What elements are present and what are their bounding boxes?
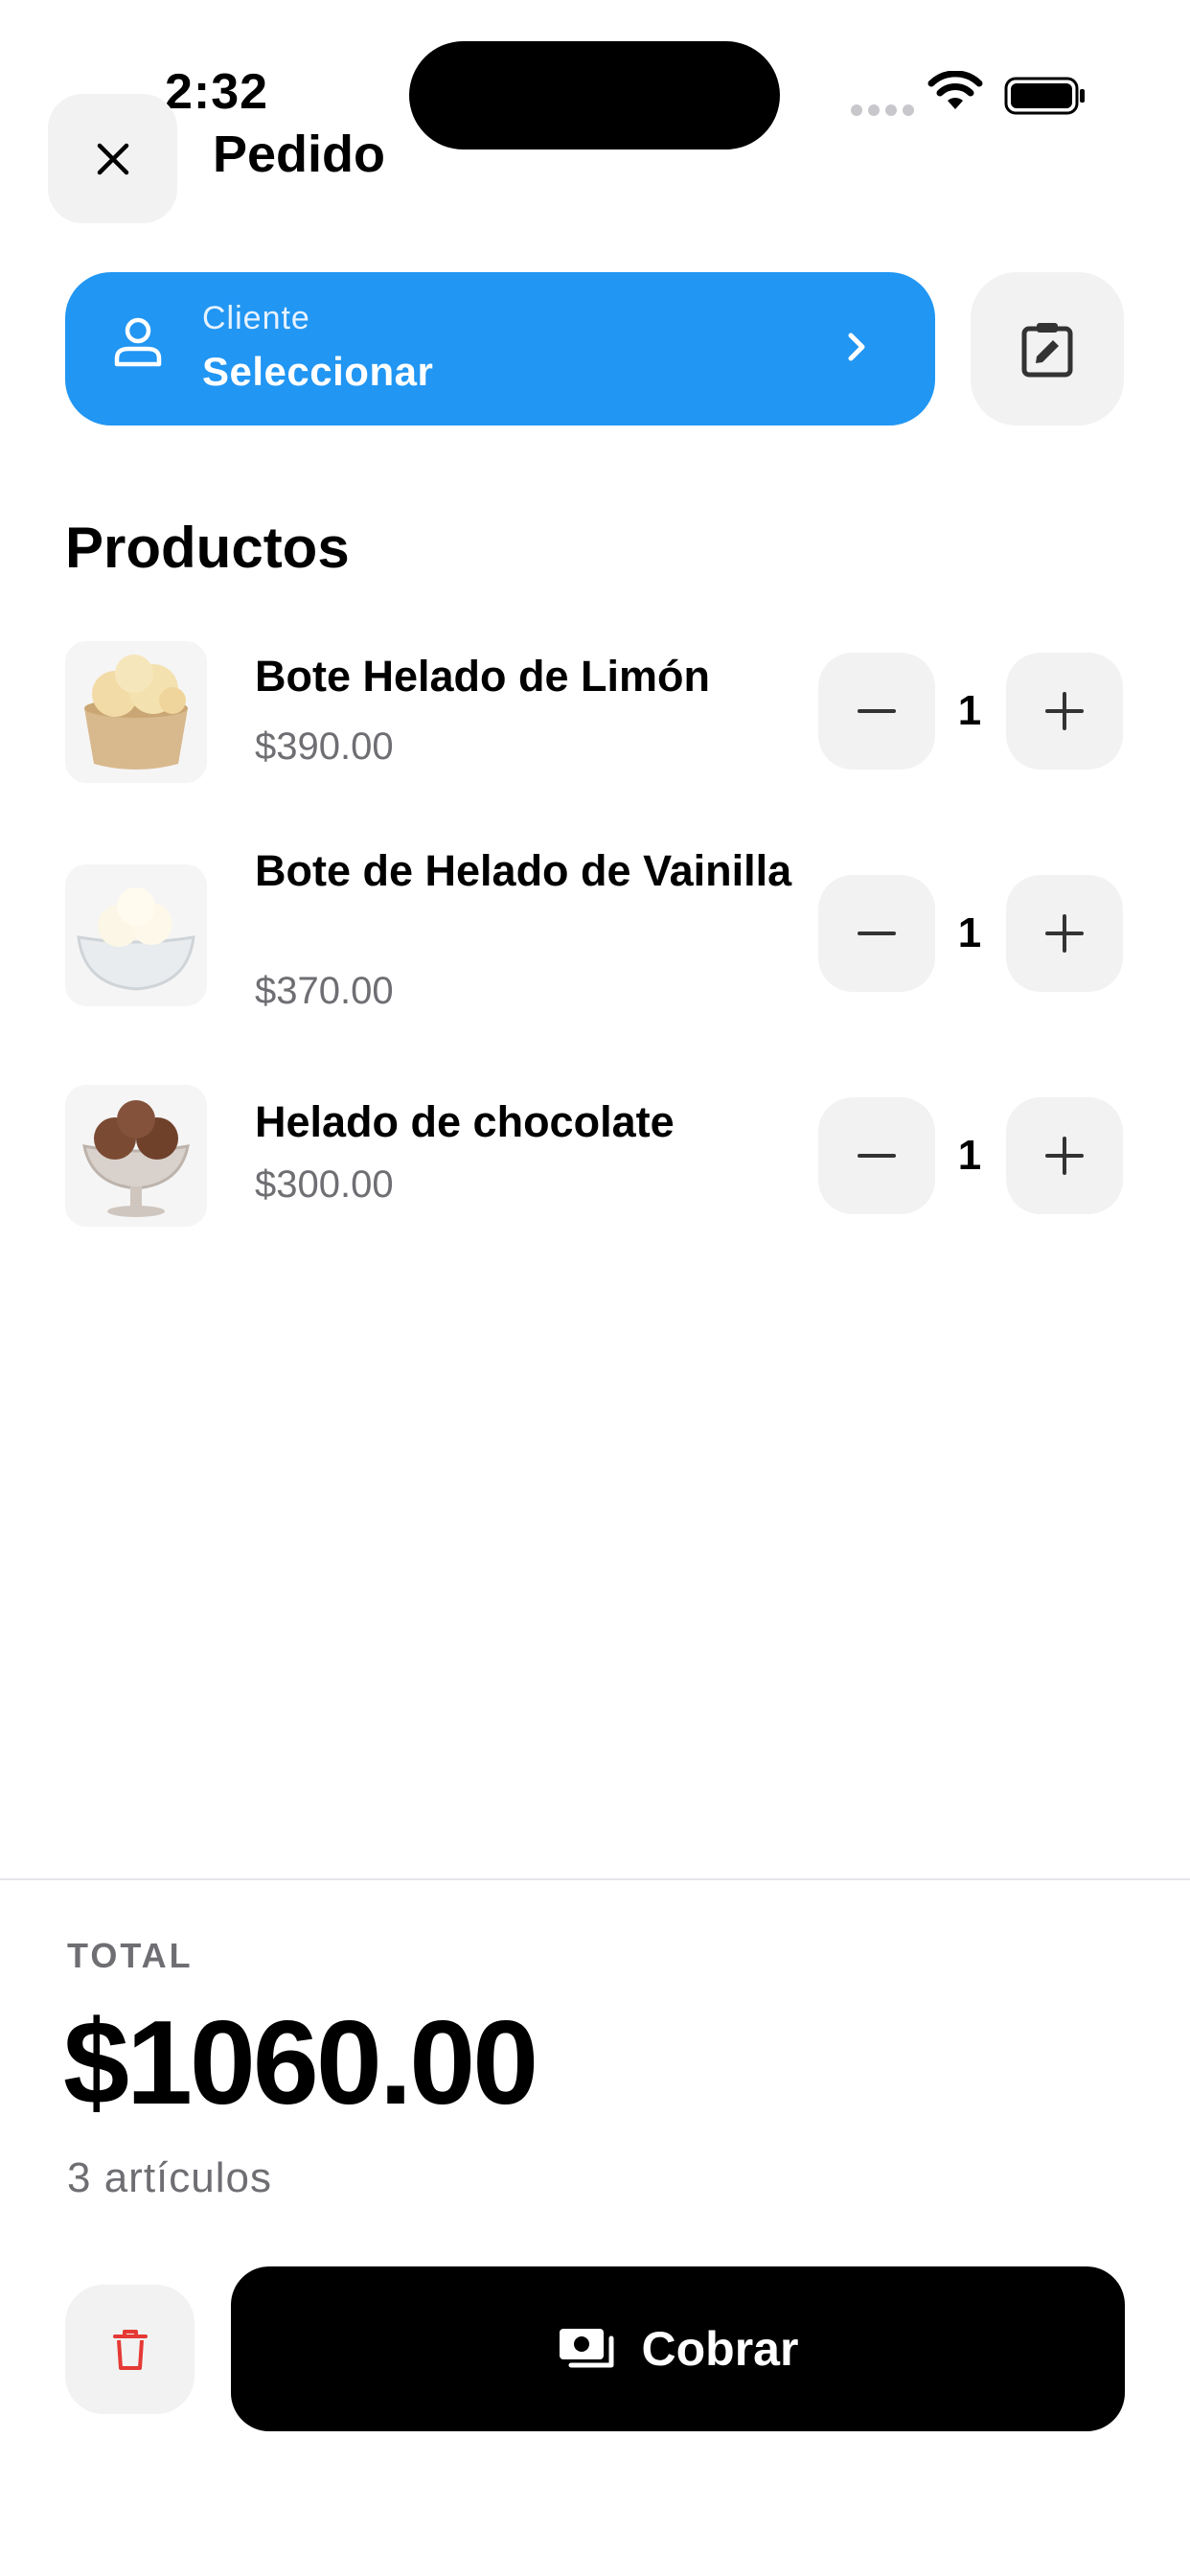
plus-icon <box>1045 1137 1084 1175</box>
plus-icon <box>1045 692 1084 730</box>
product-image-vanilla <box>65 864 207 1006</box>
list-item: Helado de chocolate $300.00 1 <box>65 1085 1125 1229</box>
client-value: Seleccionar <box>202 349 434 394</box>
chevron-right-icon <box>843 328 870 371</box>
quantity-value: 1 <box>957 687 982 734</box>
total-label: TOTAL <box>67 1936 194 1975</box>
summary-divider <box>0 1878 1190 1880</box>
products-section-title: Productos <box>65 516 350 580</box>
product-price: $390.00 <box>255 725 394 768</box>
clear-order-button[interactable] <box>65 2285 195 2414</box>
total-value: $1060.00 <box>63 1997 538 2129</box>
dynamic-island <box>409 41 780 150</box>
product-price: $370.00 <box>255 970 394 1012</box>
increase-quantity-button[interactable] <box>1006 1097 1123 1214</box>
product-name: Bote Helado de Limón <box>255 652 711 701</box>
status-time: 2:32 <box>165 64 269 120</box>
charge-label: Cobrar <box>641 2322 799 2376</box>
decrease-quantity-button[interactable] <box>818 653 935 770</box>
product-image-lemon <box>65 641 207 783</box>
cellular-signal-icon <box>851 104 920 121</box>
product-name: Bote de Helado de Vainilla <box>255 846 792 895</box>
page-title: Pedido <box>213 126 386 183</box>
minus-icon <box>858 932 896 935</box>
close-button[interactable] <box>48 94 177 223</box>
minus-icon <box>858 709 896 713</box>
wifi-icon <box>927 70 983 116</box>
increase-quantity-button[interactable] <box>1006 653 1123 770</box>
user-icon <box>113 316 163 373</box>
product-name: Helado de chocolate <box>255 1097 675 1146</box>
items-count: 3 artículos <box>67 2154 272 2201</box>
minus-icon <box>858 1154 896 1158</box>
trash-icon <box>112 2329 148 2370</box>
product-image-chocolate <box>65 1085 207 1227</box>
battery-icon <box>1004 77 1087 120</box>
decrease-quantity-button[interactable] <box>818 1097 935 1214</box>
client-label: Cliente <box>202 300 310 336</box>
order-note-button[interactable] <box>971 272 1124 426</box>
decrease-quantity-button[interactable] <box>818 875 935 992</box>
quantity-value: 1 <box>957 1132 982 1179</box>
edit-note-icon <box>1021 323 1073 378</box>
cash-icon <box>559 2329 614 2368</box>
plus-icon <box>1045 914 1084 953</box>
product-price: $300.00 <box>255 1163 394 1206</box>
list-item: Bote de Helado de Vainilla $370.00 1 <box>65 843 1125 1035</box>
select-client-button[interactable]: Cliente Seleccionar <box>65 272 935 426</box>
close-icon <box>97 143 128 174</box>
quantity-value: 1 <box>957 909 982 956</box>
charge-button[interactable]: Cobrar <box>231 2266 1125 2431</box>
increase-quantity-button[interactable] <box>1006 875 1123 992</box>
list-item: Bote Helado de Limón $390.00 1 <box>65 641 1125 785</box>
